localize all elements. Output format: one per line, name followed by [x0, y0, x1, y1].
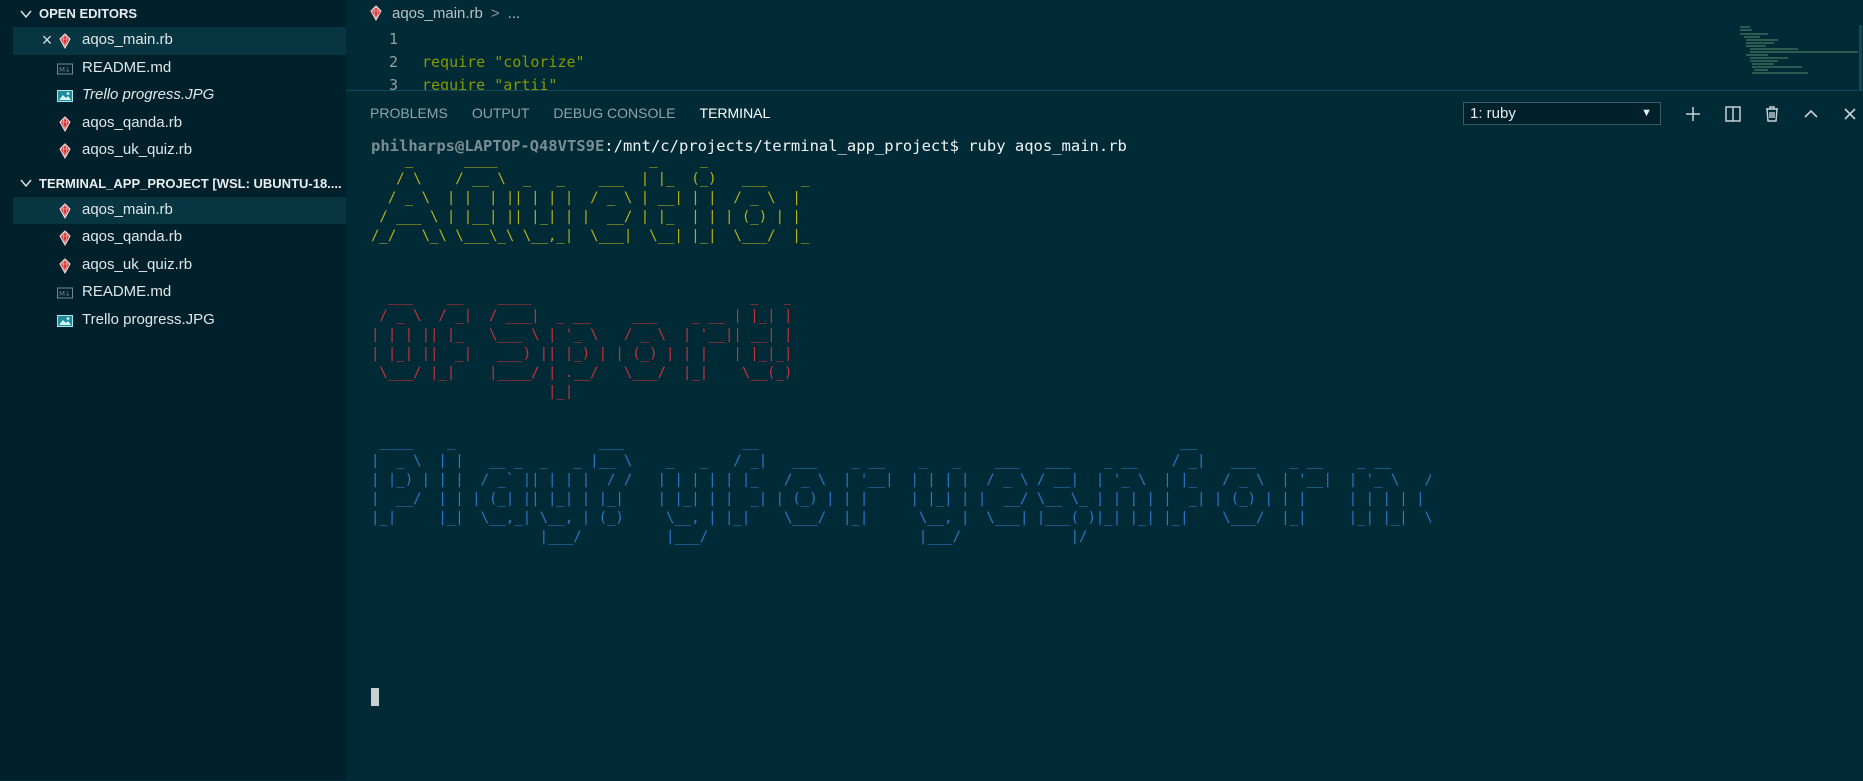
code-text: require "colorize": [422, 52, 585, 71]
ascii-line: \___/ |_| |____/ | .__/ \___/ |_| \__(_): [371, 365, 791, 381]
ascii-line: | _ \ | | __ _ _ _ |__ \ _ _ / _| ___ _ …: [371, 453, 1431, 469]
ascii-banner-play: ____ _ ___ __ __ _ | _ \ | | __ _ _ _ |_…: [371, 434, 1431, 545]
image-file-icon: [57, 313, 73, 329]
open-editors-title: OPEN EDITORS: [39, 6, 138, 21]
file-name: aqos_qanda.rb: [82, 113, 183, 131]
breadcrumb: aqos_main.rb > ...: [368, 2, 520, 24]
file-item[interactable]: aqos_main.rb: [13, 196, 346, 224]
tab-debug-console[interactable]: DEBUG CONSOLE: [553, 105, 675, 121]
close-icon[interactable]: ×: [39, 31, 55, 49]
file-item[interactable]: Trello progress.JPG: [13, 307, 346, 335]
ruby-file-icon: [57, 115, 73, 132]
file-name: Trello progress.JPG: [82, 310, 215, 328]
close-icon[interactable]: [1840, 104, 1860, 124]
ascii-line: / _ \ / _| / ___| _ __ ___ _ __ | |_| |: [371, 308, 791, 324]
file-item[interactable]: aqos_uk_quiz.rb: [13, 137, 346, 165]
file-name: README.md: [82, 58, 172, 76]
ascii-line: /_/ \_\ \___\_\ \__,_| \___| \__| |_| \_…: [371, 228, 811, 244]
breadcrumb-file[interactable]: aqos_main.rb: [392, 5, 483, 22]
markdown-file-icon: M↓: [57, 285, 73, 301]
panel-tabs: PROBLEMS OUTPUT DEBUG CONSOLE TERMINAL: [346, 91, 770, 135]
file-item[interactable]: aqos_qanda.rb: [13, 224, 346, 252]
file-item[interactable]: M↓ README.md: [13, 279, 346, 307]
svg-text:M↓: M↓: [59, 290, 71, 298]
minimap[interactable]: [1738, 25, 1863, 90]
ascii-line: | |_) | | | / _` || | | | / / | | | | | …: [371, 472, 1431, 488]
ascii-line: | |_| || _| ___) || |_) | | (_) | | | | …: [371, 346, 791, 362]
file-name: Trello progress.JPG: [82, 86, 215, 103]
markdown-file-icon: M↓: [57, 61, 73, 77]
ascii-line: |_| |_| \__,_| \__, | (_) \__, | |_| \__…: [371, 510, 1431, 526]
file-name: aqos_main.rb: [82, 31, 173, 48]
ruby-file-icon: [370, 5, 382, 21]
ascii-line: |___/ |___/ |___/ |/: [371, 529, 1431, 545]
bottom-panel: PROBLEMS OUTPUT DEBUG CONSOLE TERMINAL 1…: [346, 90, 1863, 781]
editor-area[interactable]: aqos_main.rb > ... 1 2 require "colorize"…: [346, 0, 1863, 94]
svg-text:____ _ ___: ____ _ ___ __ __ _ | _ \ | | __ _ _ _ |_…: [371, 434, 1431, 545]
file-name: README.md: [82, 283, 172, 300]
file-item[interactable]: Trello progress.JPG: [13, 82, 346, 110]
ruby-file-icon: [57, 230, 73, 247]
breadcrumb-more[interactable]: ...: [508, 5, 521, 22]
open-editors-header[interactable]: OPEN EDITORS: [13, 0, 346, 27]
terminal-cursor: [371, 688, 379, 706]
file-item[interactable]: M↓ README.md: [13, 55, 346, 83]
ascii-line: | __/ | | | (_| || |_| | |_| | |_| | | _…: [371, 491, 1431, 507]
terminal-select[interactable]: 1: ruby ▼: [1463, 102, 1661, 125]
code-lines[interactable]: 1 2 require "colorize" 3 require "artii": [346, 27, 585, 96]
trash-icon[interactable]: [1762, 104, 1782, 124]
ascii-line: ___ __ ____ _ _: [371, 289, 791, 305]
file-item[interactable]: × aqos_main.rb: [13, 27, 346, 55]
split-icon[interactable]: [1723, 104, 1743, 124]
tab-problems[interactable]: PROBLEMS: [370, 105, 448, 121]
breadcrumb-separator: >: [490, 4, 500, 22]
plus-icon[interactable]: [1683, 104, 1703, 124]
ruby-file-icon: [57, 143, 73, 160]
chevron-down-icon: [20, 179, 32, 188]
tab-terminal[interactable]: TERMINAL: [700, 105, 771, 121]
svg-text:M↓: M↓: [59, 66, 71, 74]
image-file-icon: [57, 88, 73, 104]
ruby-file-icon: [57, 33, 73, 50]
file-name: aqos_main.rb: [82, 200, 173, 218]
file-name: aqos_qanda.rb: [82, 228, 183, 245]
project-header[interactable]: TERMINAL_APP_PROJECT [WSL: UBUNTU-18....: [13, 170, 346, 197]
ascii-line: ____ _ ___ __ __ _: [371, 434, 1431, 450]
project-file-list: aqos_main.rb aqos_qanda.rb aqos_uk_quiz.rb…: [13, 196, 346, 335]
tab-output[interactable]: OUTPUT: [472, 105, 530, 121]
project-title: TERMINAL_APP_PROJECT [WSL: UBUNTU-18....: [39, 175, 342, 191]
code-line: 2 require "colorize": [346, 50, 585, 73]
svg-text:___ __ ____: ___ __ ____ _ _ / _ \ / _| / ___| _ __ _…: [371, 289, 791, 400]
chevron-up-icon[interactable]: [1801, 104, 1821, 124]
ruby-file-icon: [57, 202, 73, 219]
dropdown-caret-icon: ▼: [1641, 107, 1652, 119]
chevron-down-icon: [20, 10, 32, 18]
svg-text:_ ____ _: _ ____ _ _ / \ / __ \ _ _ ___ | |_ (_) _…: [371, 152, 811, 244]
activity-bar: [0, 0, 13, 780]
file-name: aqos_uk_quiz.rb: [82, 141, 193, 158]
ascii-line: / ___ \ | |__| || |_| | | __/ | |_ | | |…: [371, 209, 811, 225]
ascii-banner-aquestion: _ ____ _ _ / \ / __ \ _ _ ___ | |_ (_) _…: [371, 152, 811, 244]
ruby-file-icon: [57, 257, 73, 274]
code-line: 1: [346, 27, 585, 50]
file-item[interactable]: aqos_uk_quiz.rb: [13, 252, 346, 280]
ascii-line: _ ____ _ _: [371, 152, 811, 168]
ascii-line: / _ \ | | | || | | | / _ \ | __| | | / _…: [371, 190, 811, 206]
ascii-line: |_|: [371, 384, 791, 400]
line-number: 1: [388, 29, 398, 48]
file-item[interactable]: aqos_qanda.rb: [13, 110, 346, 138]
terminal-select-value: 1: ruby: [1470, 105, 1516, 122]
line-number: 2: [388, 52, 398, 71]
ascii-line: | | | || |_ \___ \ | '_ \ / _ \ | '__|| …: [371, 327, 791, 343]
explorer-sidebar: OPEN EDITORS × aqos_main.rb M↓ README.md Tre…: [13, 0, 346, 780]
ascii-line: / \ / __ \ _ _ ___ | |_ (_) ___ _ __: [371, 171, 811, 187]
open-editors-list: × aqos_main.rb M↓ README.md Trello progress.…: [13, 27, 346, 165]
file-name: aqos_uk_quiz.rb: [82, 255, 193, 273]
ascii-banner-ofsport: ___ __ ____ _ _ / _ \ / _| / ___| _ __ _…: [371, 289, 791, 400]
